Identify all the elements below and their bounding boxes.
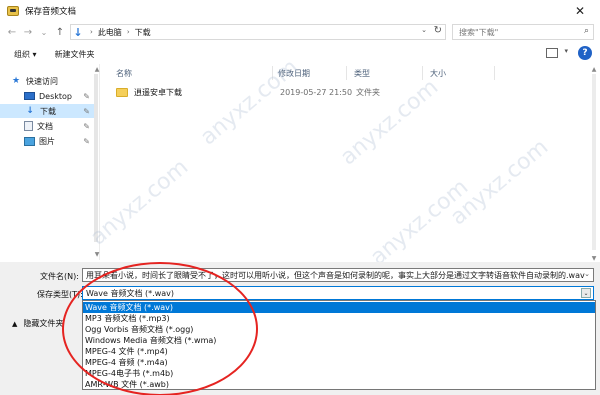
filename-dropdown-icon[interactable]: ⌄: [584, 270, 590, 278]
chevron-up-icon: ▲: [12, 319, 18, 328]
forward-button[interactable]: →: [20, 24, 36, 40]
desktop-icon: [24, 92, 35, 100]
sidebar-item-downloads[interactable]: ↓ 下载 ✎: [0, 104, 96, 118]
column-divider[interactable]: [494, 66, 495, 80]
command-bar: 组织 ▾ 新建文件夹 ▾ ?: [0, 44, 600, 64]
filename-label: 文件名(N):: [40, 272, 79, 281]
filetype-dropdown-icon[interactable]: ⌄: [581, 288, 591, 298]
new-folder-button[interactable]: 新建文件夹: [55, 49, 95, 60]
app-icon: [7, 6, 19, 16]
filetype-option-wma[interactable]: Windows Media 音频文档 (*.wma): [83, 335, 595, 346]
filetype-label: 保存类型(T):: [37, 290, 83, 299]
title-bar: 保存音频文档 ✕: [0, 0, 600, 22]
filetype-value: Wave 音频文档 (*.wav): [86, 288, 175, 298]
hide-folders-label: 隐藏文件夹: [23, 319, 64, 328]
scroll-down-icon[interactable]: ▼: [590, 255, 598, 262]
address-bar[interactable]: ↓ › 此电脑 › 下载 ⌄ ↻: [70, 24, 446, 40]
pin-icon: ✎: [83, 121, 90, 131]
column-header-type[interactable]: 类型: [354, 66, 370, 80]
column-divider[interactable]: [272, 66, 273, 80]
filetype-option-mp4[interactable]: MPEG-4 文件 (*.mp4): [83, 346, 595, 357]
filename-field[interactable]: 用耳朵看小说，时间长了眼睛受不了，这时可以用听小说，但这个声音是如何录制的呢，事…: [82, 268, 594, 282]
pin-icon: ✎: [83, 106, 90, 116]
scroll-down-icon[interactable]: ▼: [93, 251, 101, 258]
file-list-scroll-thumb[interactable]: [592, 74, 596, 250]
sidebar-item-label: 文档: [37, 121, 53, 131]
document-icon: [24, 121, 33, 131]
filetype-option-wav[interactable]: Wave 音频文档 (*.wav): [83, 302, 595, 313]
sidebar-item-label: 快速访问: [26, 76, 58, 86]
download-icon: ↓: [26, 106, 34, 116]
file-type: 文件夹: [356, 87, 380, 97]
downloads-icon: ↓: [73, 25, 83, 39]
organize-button[interactable]: 组织 ▾: [14, 49, 37, 60]
window-title: 保存音频文档: [25, 7, 77, 17]
column-header-name[interactable]: 名称: [116, 66, 132, 80]
column-header-size[interactable]: 大小: [430, 66, 446, 80]
picture-icon: [24, 136, 35, 146]
hide-folders-toggle[interactable]: ▲ 隐藏文件夹: [12, 318, 63, 329]
breadcrumb-separator: ›: [90, 28, 93, 36]
column-header-modified[interactable]: 修改日期: [278, 66, 310, 80]
pin-icon: ✎: [83, 91, 90, 101]
filetype-option-ogg[interactable]: Ogg Vorbis 音频文档 (*.ogg): [83, 324, 595, 335]
sidebar-scrollbar[interactable]: ▲ ▼: [93, 66, 101, 258]
address-dropdown-icon[interactable]: ⌄: [421, 26, 427, 34]
view-layout-icon[interactable]: [546, 48, 558, 58]
search-placeholder: 搜索"下载": [459, 27, 499, 37]
view-dropdown-icon[interactable]: ▾: [564, 47, 568, 55]
recent-locations-button[interactable]: ⌄: [36, 24, 52, 40]
file-row[interactable]: 逍遥安卓下载 2019-05-27 21:50 文件夹: [110, 85, 440, 99]
back-button[interactable]: ←: [4, 24, 20, 40]
folder-icon: [116, 87, 128, 97]
close-button[interactable]: ✕: [560, 0, 600, 22]
search-icon: ⌕: [583, 26, 589, 36]
column-divider[interactable]: [422, 66, 423, 80]
sidebar-item-quick-access[interactable]: ★ 快速访问: [0, 74, 96, 88]
sidebar-item-label: 图片: [39, 136, 55, 146]
file-name: 逍遥安卓下载: [134, 87, 182, 97]
filetype-option-m4b[interactable]: MPEG-4电子书 (*.m4b): [83, 368, 595, 379]
sidebar-item-label: Desktop: [39, 91, 72, 101]
sidebar-scroll-thumb[interactable]: [94, 74, 98, 242]
star-icon: ★: [11, 76, 21, 86]
filetype-select[interactable]: Wave 音频文档 (*.wav) ⌄: [82, 286, 594, 300]
search-input[interactable]: 搜索"下载" ⌕: [452, 24, 594, 40]
help-icon[interactable]: ?: [578, 46, 592, 60]
sidebar-item-documents[interactable]: 文档 ✎: [0, 119, 96, 133]
filetype-option-mp3[interactable]: MP3 音频文档 (*.mp3): [83, 313, 595, 324]
address-bar-row: ← → ⌄ ↑ ↓ › 此电脑 › 下载 ⌄ ↻ 搜索"下载" ⌕: [0, 22, 600, 42]
file-modified: 2019-05-27 21:50: [280, 87, 353, 97]
scroll-up-icon[interactable]: ▲: [590, 66, 598, 73]
sidebar-item-label: 下载: [40, 106, 56, 116]
filetype-option-awb[interactable]: AMR-WB 文件 (*.awb): [83, 379, 595, 390]
up-button[interactable]: ↑: [52, 24, 68, 40]
sidebar-item-desktop[interactable]: Desktop ✎: [0, 89, 96, 103]
filetype-option-m4a[interactable]: MPEG-4 音频 (*.m4a): [83, 357, 595, 368]
file-list-scrollbar[interactable]: ▲ ▼: [590, 66, 598, 262]
filetype-dropdown-list: Wave 音频文档 (*.wav) MP3 音频文档 (*.mp3) Ogg V…: [82, 300, 596, 390]
breadcrumb-downloads[interactable]: 下载: [135, 27, 151, 38]
breadcrumb-separator: ›: [126, 28, 130, 36]
navigation-pane: ★ 快速访问 Desktop ✎ ↓ 下载 ✎ 文档 ✎ 图片 ✎: [0, 64, 100, 260]
sidebar-item-pictures[interactable]: 图片 ✎: [0, 134, 96, 148]
refresh-icon[interactable]: ↻: [434, 25, 442, 36]
file-list: 名称 修改日期 类型 大小 逍遥安卓下载 2019-05-27 21:50 文件…: [102, 64, 600, 260]
filename-value: 用耳朵看小说，时间长了眼睛受不了，这时可以用听小说，但这个声音是如何录制的呢，事…: [86, 270, 585, 280]
scroll-up-icon[interactable]: ▲: [93, 66, 101, 73]
pin-icon: ✎: [83, 136, 90, 146]
breadcrumb-this-pc[interactable]: 此电脑: [98, 27, 122, 38]
column-divider[interactable]: [346, 66, 347, 80]
